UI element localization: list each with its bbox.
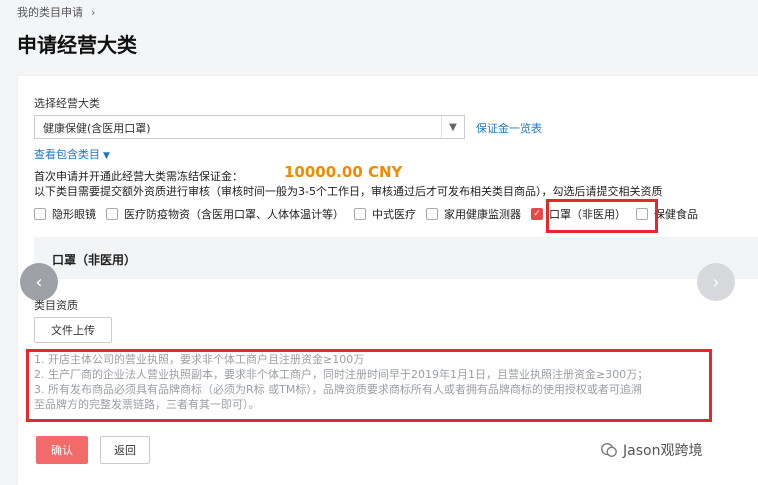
- breadcrumb-link[interactable]: 我的类目申请: [17, 6, 83, 19]
- wechat-icon: [601, 443, 617, 457]
- file-upload-button[interactable]: 文件上传: [34, 317, 112, 343]
- section-title: 口罩（非医用）: [52, 253, 137, 267]
- deposit-list-link[interactable]: 保证金一览表: [476, 120, 542, 136]
- highlight-box-checkbox: [546, 199, 658, 233]
- breadcrumb[interactable]: 我的类目申请 ›: [17, 4, 95, 20]
- chevron-right-icon: ›: [91, 6, 96, 19]
- category-label: 选择经营大类: [34, 97, 100, 110]
- chevron-right-icon: ›: [712, 271, 720, 293]
- checkbox-box[interactable]: [354, 208, 366, 220]
- qualification-label: 类目资质: [34, 299, 78, 312]
- requirement-text: 以下类目需要提交额外资质进行审核（审核时间一般为3-5个工作日，审核通过后才可发…: [34, 185, 663, 198]
- view-subcategories-label: 查看包含类目: [34, 148, 100, 161]
- page-title: 申请经营大类: [17, 33, 137, 57]
- checkbox-box[interactable]: [426, 208, 438, 220]
- checkbox-health-monitor[interactable]: 家用健康监测器: [426, 206, 521, 222]
- confirm-button[interactable]: 确认: [36, 436, 88, 464]
- check-icon[interactable]: ✓: [531, 208, 543, 220]
- watermark-text: Jason观跨境: [623, 443, 703, 459]
- view-subcategories-link[interactable]: 查看包含类目 ▼: [34, 146, 110, 162]
- back-button[interactable]: 返回: [100, 436, 150, 464]
- checkbox-label: 隐形眼镜: [52, 208, 96, 221]
- section-header: [34, 237, 758, 279]
- highlight-box-notes: [26, 349, 712, 422]
- checkbox-box[interactable]: [34, 208, 46, 220]
- checkbox-contact-lens[interactable]: 隐形眼镜: [34, 206, 96, 222]
- category-select-value: 健康保健(含医用口罩): [43, 122, 151, 135]
- checkbox-label: 医疗防疫物资（含医用口罩、人体体温计等）: [124, 208, 344, 221]
- chevron-down-icon[interactable]: ▼: [441, 116, 464, 138]
- carousel-next-button[interactable]: ›: [697, 263, 735, 301]
- watermark: Jason观跨境: [600, 440, 702, 460]
- category-select[interactable]: 健康保健(含医用口罩) ▼: [34, 115, 465, 139]
- checkbox-label: 中式医疗: [372, 208, 416, 221]
- checkbox-box[interactable]: [106, 208, 118, 220]
- checkbox-label: 家用健康监测器: [444, 208, 521, 221]
- carousel-prev-button[interactable]: ‹: [20, 263, 58, 301]
- deposit-text: 首次申请并开通此经营大类需冻结保证金：: [34, 170, 243, 183]
- caret-down-icon: ▼: [103, 151, 110, 161]
- checkbox-medical-supplies[interactable]: 医疗防疫物资（含医用口罩、人体体温计等）: [106, 206, 344, 222]
- chevron-left-icon: ‹: [35, 271, 43, 293]
- deposit-amount: 10000.00 CNY: [284, 163, 403, 181]
- checkbox-chinese-medicine[interactable]: 中式医疗: [354, 206, 416, 222]
- checkbox-label: 保健食品: [654, 208, 698, 221]
